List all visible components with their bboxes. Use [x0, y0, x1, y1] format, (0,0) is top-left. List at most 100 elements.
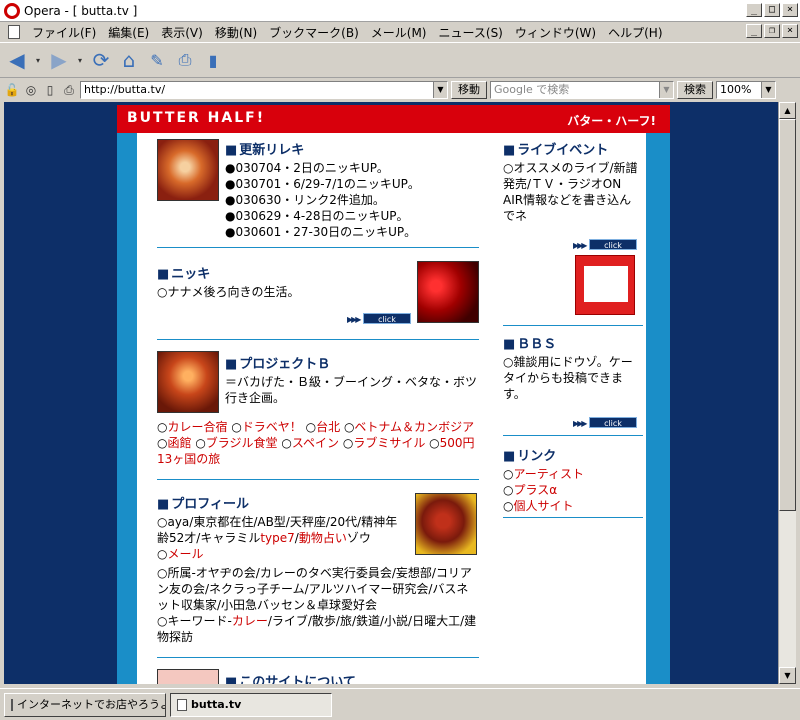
page-info-icon[interactable]: ▯: [42, 82, 58, 98]
bbs-click-button[interactable]: click: [589, 417, 637, 428]
nikki-click-button[interactable]: click: [363, 313, 411, 324]
page-icon: [11, 698, 13, 711]
document-icon[interactable]: ▮: [202, 49, 224, 71]
link-mail[interactable]: メール: [167, 547, 203, 561]
divider: [503, 517, 643, 518]
zoom-select[interactable]: 100% ▼: [716, 81, 776, 99]
link-hakodate[interactable]: 函館: [167, 436, 191, 450]
security-icon[interactable]: 🔓: [4, 82, 20, 98]
scroll-down-icon[interactable]: ▼: [779, 667, 796, 684]
link-artist[interactable]: アーティスト: [513, 467, 584, 481]
profile-line1: ○aya/東京都在住/AB型/天秤座/20代/精神年齢52才/キャラミルtype…: [157, 515, 398, 561]
live-heading: ライブイベント: [503, 139, 639, 158]
minimize-button[interactable]: _: [746, 3, 762, 17]
go-button[interactable]: 移動: [451, 81, 487, 99]
title-bar: Opera - [ butta.tv ] _ □ ×: [0, 0, 800, 22]
link-love-missile[interactable]: ラブミサイル: [353, 436, 425, 450]
site-page: BUTTER HALF! バター・ハーフ! 更新リレキ ●030704・2日のニ…: [117, 105, 670, 684]
reload-icon[interactable]: ⟳: [90, 48, 112, 72]
back-icon[interactable]: ◀: [6, 48, 28, 72]
link-spain[interactable]: スペイン: [292, 436, 339, 450]
menu-bookmarks[interactable]: ブックマーク(B): [263, 24, 365, 41]
forward-icon[interactable]: ▶: [48, 48, 70, 72]
menu-news[interactable]: ニュース(S): [432, 24, 508, 41]
link-taipei[interactable]: 台北: [316, 420, 340, 434]
cookie-icon[interactable]: ◎: [23, 82, 39, 98]
live-click-button[interactable]: click: [589, 239, 637, 250]
list-item: ○プラスα: [503, 483, 558, 497]
forward-dropdown-icon[interactable]: ▾: [76, 49, 84, 71]
close-button[interactable]: ×: [782, 3, 798, 17]
list-item: ○アーティスト: [503, 467, 585, 481]
nikki-photo: [417, 261, 479, 323]
list-item: ●030629・4-28日のニッキUP。: [225, 209, 409, 223]
site-header: BUTTER HALF! バター・ハーフ!: [117, 105, 670, 133]
menu-window[interactable]: ウィンドウ(W): [509, 24, 602, 41]
link-curry-camp[interactable]: カレー合宿: [167, 420, 227, 434]
divider: [503, 325, 643, 326]
link-list: ○アーティスト ○プラスα ○個人サイト: [503, 466, 639, 514]
mdi-close-button[interactable]: ×: [782, 24, 798, 38]
menu-mail[interactable]: メール(M): [365, 24, 433, 41]
scroll-thumb[interactable]: [779, 119, 796, 511]
link-type7[interactable]: type7: [260, 531, 294, 545]
link-personal-site[interactable]: 個人サイト: [513, 499, 573, 513]
link-animal-fortune[interactable]: 動物占い: [299, 531, 347, 545]
site-content: 更新リレキ ●030704・2日のニッキUP。 ●030701・6/29-7/1…: [137, 133, 646, 684]
bbs-text: ○雑談用にドウゾ。ケータイからも投稿できます。: [503, 355, 633, 401]
mdi-restore-button[interactable]: ❐: [764, 24, 780, 38]
print-icon[interactable]: ⎙: [174, 49, 196, 71]
url-input[interactable]: http://butta.tv/▼: [80, 81, 448, 99]
address-bar: 🔓 ◎ ▯ ⎙ http://butta.tv/▼ 移動 Google で検索 ▼…: [0, 78, 800, 102]
search-button[interactable]: 検索: [677, 81, 713, 99]
list-item: ●030601・27-30日のニッキUP。: [225, 225, 417, 239]
bbs-heading: ＢＢＳ: [503, 333, 637, 352]
about-photo: [157, 669, 219, 684]
maximize-button[interactable]: □: [764, 3, 780, 17]
home-icon[interactable]: ⌂: [118, 48, 140, 72]
project-links: ○カレー合宿 ○ドラベヤ！ ○台北 ○ベトナム＆カンボジア ○函館 ○ブラジル食…: [157, 420, 475, 466]
tab-butta[interactable]: butta.tv: [170, 692, 332, 717]
vertical-scrollbar[interactable]: ▲ ▼: [778, 102, 796, 684]
opera-logo-icon: [4, 2, 20, 19]
print-small-icon[interactable]: ⎙: [61, 82, 77, 98]
list-item: ●030701・6/29-7/1のニッキUP。: [225, 177, 420, 191]
toolbar: ◀ ▾ ▶ ▾ ⟳ ⌂ ✎ ⎙ ▮: [0, 42, 800, 78]
divider: [157, 247, 479, 248]
list-item: ●030704・2日のニッキUP。: [225, 161, 389, 175]
divider: [503, 435, 643, 436]
link-brazil[interactable]: ブラジル食堂: [206, 436, 278, 450]
link-curry[interactable]: カレー: [232, 614, 268, 628]
url-dropdown-icon[interactable]: ▼: [433, 82, 447, 98]
hotlist-icon[interactable]: ✎: [146, 49, 168, 71]
search-dropdown-icon[interactable]: ▼: [659, 82, 673, 98]
scroll-up-icon[interactable]: ▲: [779, 102, 796, 119]
page-icon: [8, 25, 20, 39]
about-heading: このサイトについて: [225, 671, 356, 684]
page-viewport: BUTTER HALF! バター・ハーフ! 更新リレキ ●030704・2日のニ…: [4, 102, 778, 684]
update-heading: 更新リレキ: [225, 139, 479, 158]
menu-navigate[interactable]: 移動(N): [209, 24, 263, 41]
menu-edit[interactable]: 編集(E): [102, 24, 155, 41]
menu-help[interactable]: ヘルプ(H): [602, 24, 668, 41]
list-item: ●030630・リンク2件追加。: [225, 193, 385, 207]
link-heading: リンク: [503, 445, 639, 464]
site-title-en: BUTTER HALF!: [127, 110, 266, 126]
mdi-minimize-button[interactable]: _: [746, 24, 762, 38]
arrow-icon: ▶▶▶: [573, 419, 588, 428]
menu-file[interactable]: ファイル(F): [26, 24, 102, 41]
live-text: ○オススメのライブ/新譜発売/ＴＶ・ラジオON AIR情報などを書き込んでネ: [503, 161, 638, 223]
link-vietnam-cambodia[interactable]: ベトナム＆カンボジア: [354, 420, 474, 434]
search-input[interactable]: Google で検索 ▼: [490, 81, 674, 99]
back-dropdown-icon[interactable]: ▾: [34, 49, 42, 71]
zoom-dropdown-icon[interactable]: ▼: [761, 82, 775, 98]
profile-photo: [415, 493, 477, 555]
project-photo: [157, 351, 219, 413]
divider: [157, 339, 479, 340]
link-dorabeya[interactable]: ドラベヤ！: [242, 420, 302, 434]
tab-internet-shop[interactable]: インターネットでお店やろうよ...: [4, 692, 166, 717]
profile-heading: プロフィール: [157, 493, 409, 512]
menu-view[interactable]: 表示(V): [155, 24, 209, 41]
calendar-image: [575, 255, 635, 315]
link-plus-alpha[interactable]: プラスα: [513, 483, 557, 497]
